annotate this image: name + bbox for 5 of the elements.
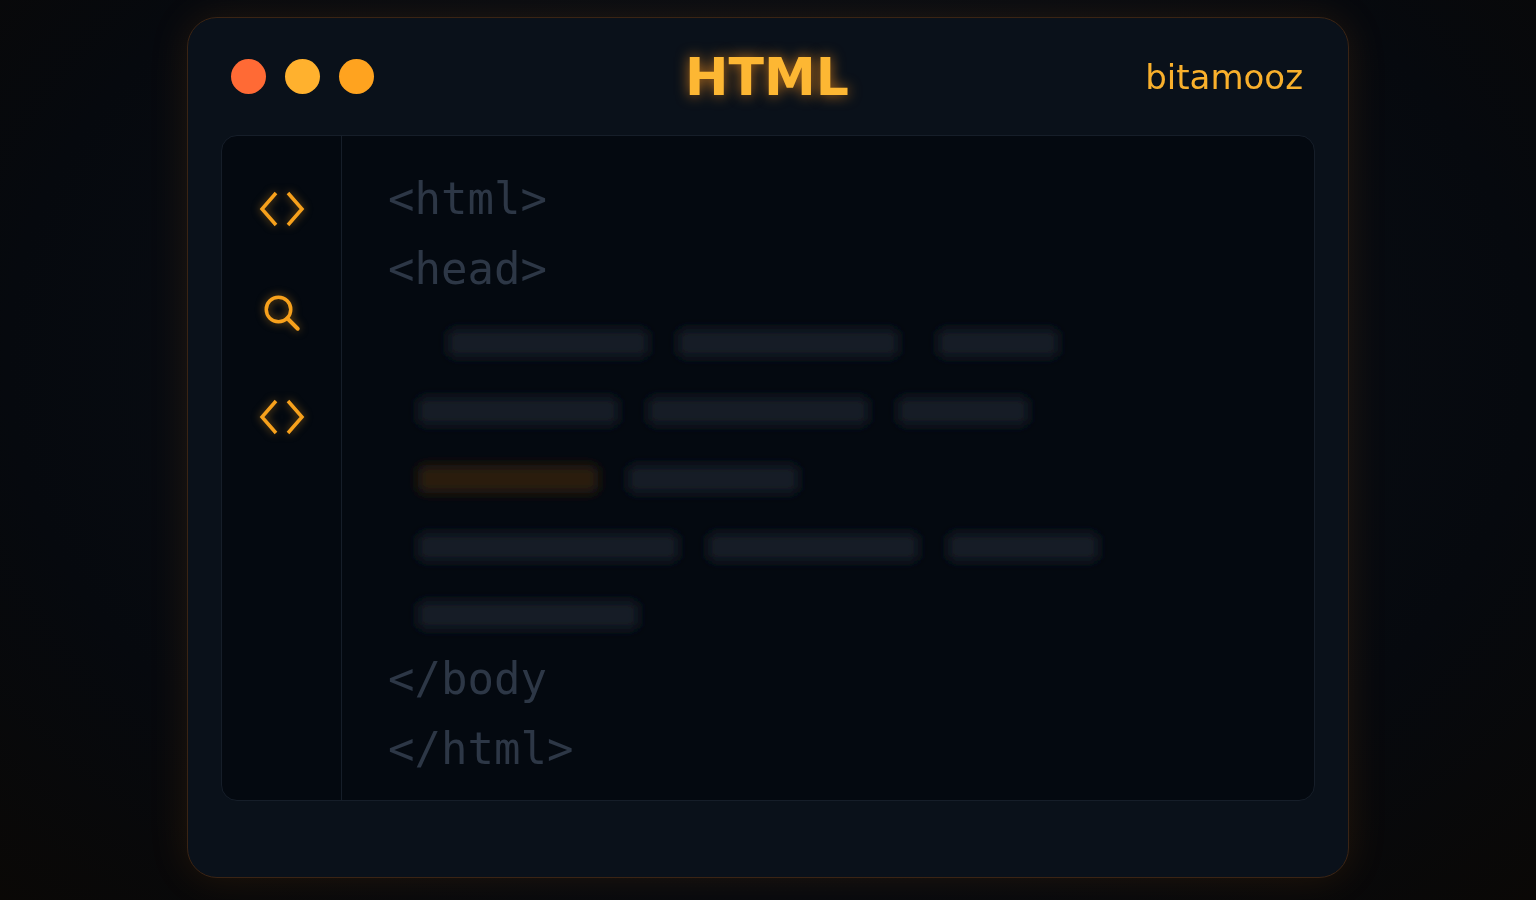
brand-name: bitamooz <box>1144 56 1304 97</box>
window-control-dot[interactable] <box>339 59 374 94</box>
window-control-dot[interactable] <box>285 59 320 94</box>
window-control-dot[interactable] <box>231 59 266 94</box>
window-title: HTML <box>685 46 849 107</box>
